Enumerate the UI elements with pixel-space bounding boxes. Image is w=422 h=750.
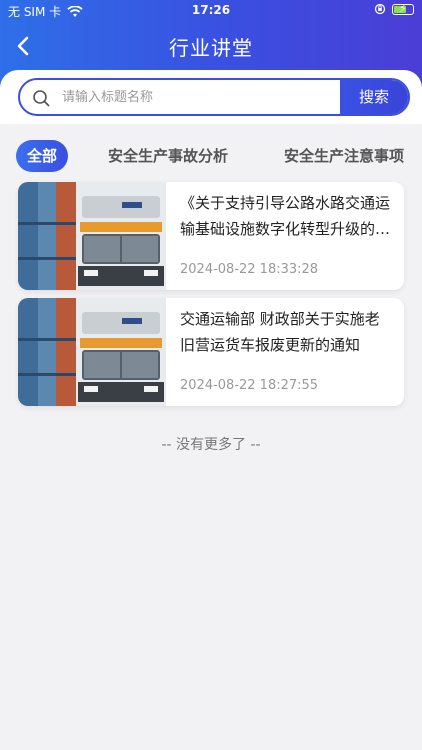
clock: 17:26 <box>191 3 231 17</box>
search-box: 搜索 <box>18 78 410 116</box>
orientation-lock-icon <box>374 3 386 15</box>
status-bar: 无 SIM 卡 17:26 ⚡ <box>0 0 422 22</box>
search-button[interactable]: 搜索 <box>340 80 408 114</box>
tab-accident-analysis[interactable]: 安全生产事故分析 <box>108 140 228 172</box>
article-title: 《关于支持引导公路水路交通运输基础设施数字化转型升级的通知》 <box>180 194 391 238</box>
article-title: 交通运输部 财政部关于实施老旧营运货车报废更新的通知 <box>180 310 380 354</box>
category-tabs: 全部 安全生产事故分析 安全生产注意事项 <box>0 136 422 176</box>
nav-bar: 行业讲堂 <box>0 26 422 66</box>
status-icons: ⚡ <box>374 2 414 15</box>
tab-all[interactable]: 全部 <box>16 140 68 172</box>
truck-image <box>18 182 166 290</box>
battery-icon: ⚡ <box>392 2 414 15</box>
article-card[interactable]: 《关于支持引导公路水路交通运输基础设施数字化转型升级的通知》 2024-08-2… <box>18 182 404 290</box>
search-icon <box>33 90 50 107</box>
no-more-indicator: -- 没有更多了 -- <box>161 437 261 453</box>
tab-safety-precautions[interactable]: 安全生产注意事项 <box>284 140 404 172</box>
search-input[interactable] <box>62 80 332 114</box>
search-panel: 搜索 <box>0 70 422 124</box>
header: 无 SIM 卡 17:26 ⚡ 行业讲堂 请输入标题名称 搜索 <box>0 0 422 124</box>
truck-image <box>18 298 166 406</box>
article-date: 2024-08-22 18:33:28 <box>180 262 319 277</box>
article-date: 2024-08-22 18:27:55 <box>180 378 319 393</box>
page-title: 行业讲堂 <box>169 36 253 60</box>
article-card[interactable]: 交通运输部 财政部关于实施老旧营运货车报废更新的通知 2024-08-22 18… <box>18 298 404 406</box>
